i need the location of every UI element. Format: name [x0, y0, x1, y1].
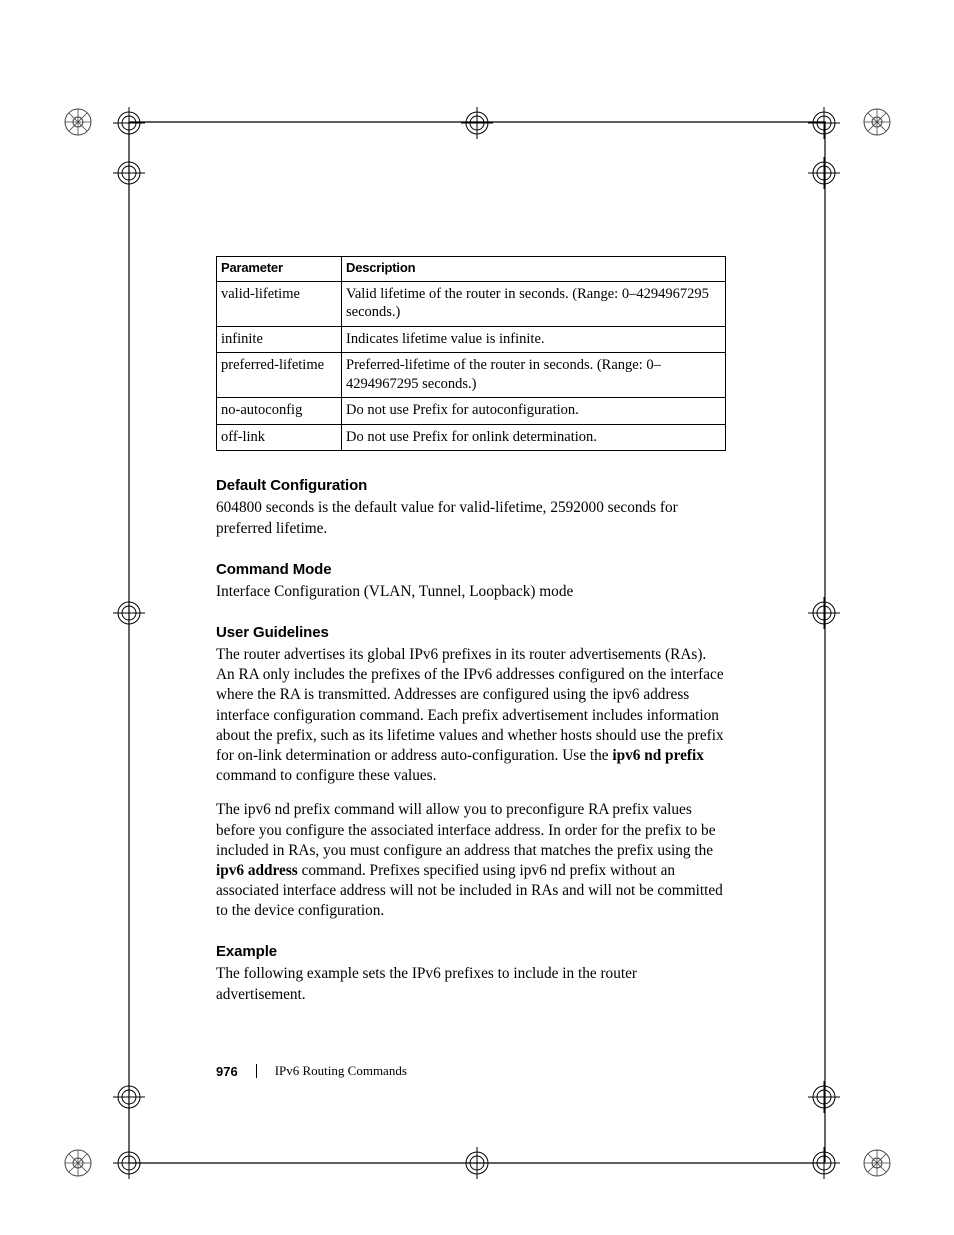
para-user-guidelines-1: The router advertises its global IPv6 pr… [216, 645, 726, 786]
para-example: The following example sets the IPv6 pref… [216, 964, 726, 1004]
table-header-row: Parameter Description [217, 257, 726, 282]
desc-cell: Do not use Prefix for autoconfiguration. [342, 398, 726, 425]
bold-command: ipv6 address [216, 862, 298, 879]
param-cell: off-link [217, 424, 342, 451]
chapter-title: IPv6 Routing Commands [275, 1063, 407, 1079]
desc-cell: Preferred-lifetime of the router in seco… [342, 353, 726, 398]
th-description: Description [342, 257, 726, 282]
param-cell: no-autoconfig [217, 398, 342, 425]
page-number: 976 [216, 1064, 238, 1079]
param-cell: infinite [217, 326, 342, 353]
text-span: command to configure these values. [216, 767, 436, 784]
text-span: The ipv6 nd prefix command will allow yo… [216, 801, 715, 858]
desc-cell: Do not use Prefix for onlink determinati… [342, 424, 726, 451]
para-user-guidelines-2: The ipv6 nd prefix command will allow yo… [216, 800, 726, 921]
parameters-table: Parameter Description valid-lifetime Val… [216, 256, 726, 451]
footer-divider [256, 1064, 257, 1078]
page-content: Parameter Description valid-lifetime Val… [216, 256, 726, 1005]
heading-user-guidelines: User Guidelines [216, 624, 726, 641]
heading-example: Example [216, 943, 726, 960]
th-parameter: Parameter [217, 257, 342, 282]
para-default-configuration: 604800 seconds is the default value for … [216, 498, 726, 538]
desc-cell: Indicates lifetime value is infinite. [342, 326, 726, 353]
table-row: infinite Indicates lifetime value is inf… [217, 326, 726, 353]
table-row: off-link Do not use Prefix for onlink de… [217, 424, 726, 451]
heading-default-configuration: Default Configuration [216, 477, 726, 494]
desc-cell: Valid lifetime of the router in seconds.… [342, 281, 726, 326]
bold-command: ipv6 nd prefix [612, 747, 704, 764]
table-row: preferred-lifetime Preferred-lifetime of… [217, 353, 726, 398]
table-row: valid-lifetime Valid lifetime of the rou… [217, 281, 726, 326]
param-cell: preferred-lifetime [217, 353, 342, 398]
para-command-mode: Interface Configuration (VLAN, Tunnel, L… [216, 582, 726, 602]
page-footer: 976 IPv6 Routing Commands [216, 1063, 407, 1079]
table-row: no-autoconfig Do not use Prefix for auto… [217, 398, 726, 425]
heading-command-mode: Command Mode [216, 561, 726, 578]
param-cell: valid-lifetime [217, 281, 342, 326]
